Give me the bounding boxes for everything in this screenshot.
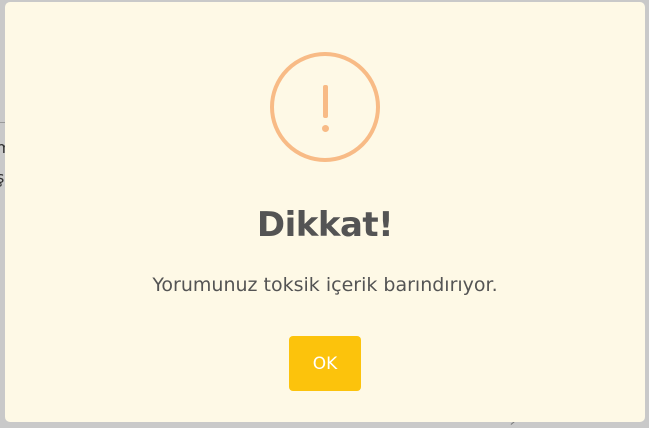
exclamation-bar	[322, 85, 328, 118]
background-text-fragment: ş	[0, 168, 5, 187]
exclamation-dot	[321, 125, 329, 132]
alert-dialog: Dikkat! Yorumunuz toksik içerik barındır…	[5, 2, 645, 422]
dialog-title: Dikkat!	[256, 205, 394, 245]
exclamation-circle-icon	[270, 52, 380, 162]
ok-button[interactable]: OK	[289, 336, 361, 391]
dialog-message: Yorumunuz toksik içerik barındırıyor.	[152, 274, 498, 296]
